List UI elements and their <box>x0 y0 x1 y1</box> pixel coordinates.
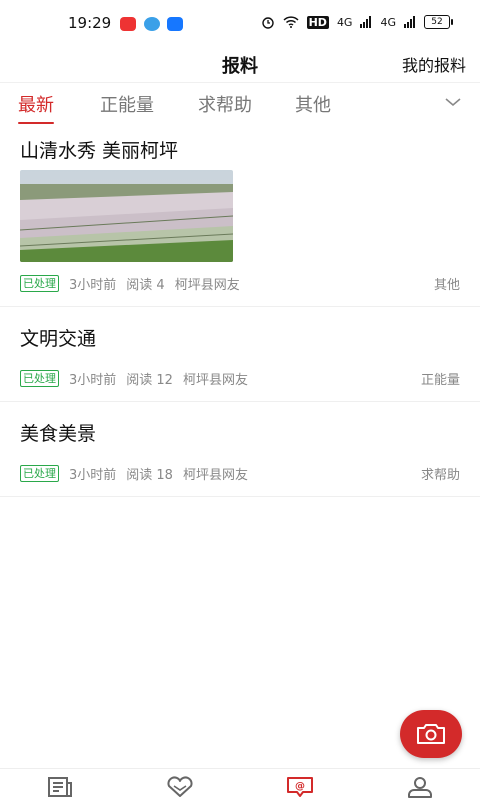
post-author: 柯坪县网友 <box>174 278 240 293</box>
post-category: 正能量 <box>420 373 460 388</box>
post-title: 美食美景 <box>20 423 97 445</box>
post-author: 柯坪县网友 <box>182 468 248 483</box>
bottom-nav: @ <box>0 768 480 801</box>
post-title: 山清水秀 美丽柯坪 <box>20 140 179 162</box>
post-image <box>20 170 233 262</box>
post-time: 3小时前 <box>69 278 117 293</box>
post-meta: 已处理 3小时前 阅读 18 柯坪县网友 <box>20 464 248 483</box>
post-category: 求帮助 <box>420 468 460 483</box>
app-notification-icon <box>120 17 136 31</box>
post-item[interactable]: 文明交通 已处理 3小时前 阅读 12 柯坪县网友 正能量 <box>0 306 480 402</box>
nav-services[interactable] <box>163 775 197 799</box>
signal-1-label: 4G <box>336 15 353 29</box>
post-meta: 已处理 3小时前 阅读 4 柯坪县网友 <box>20 274 240 293</box>
camera-report-button[interactable] <box>400 710 462 758</box>
signal-2-icon <box>404 16 415 28</box>
category-tabs: 最新 正能量 求帮助 其他 <box>0 82 480 124</box>
heart-icon <box>167 776 193 797</box>
post-title: 文明交通 <box>20 328 97 350</box>
news-icon <box>48 777 72 797</box>
nav-report[interactable]: @ <box>283 775 317 799</box>
tab-seek-help-label: 求帮助 <box>198 95 252 116</box>
status-badge: 已处理 <box>20 275 59 292</box>
post-item[interactable]: 山清水秀 美丽柯坪 已处理 3小时前 阅读 4 柯坪县网友 其他 <box>0 122 480 307</box>
browser-notification-icon <box>144 17 160 31</box>
nav-news[interactable] <box>43 775 77 799</box>
tab-latest[interactable]: 最新 <box>18 91 54 124</box>
wifi-icon <box>283 16 299 28</box>
svg-text:@: @ <box>295 781 305 792</box>
status-bar: 19:29 HD 4G 4G 52 <box>0 0 480 44</box>
tab-positive-energy[interactable]: 正能量 <box>100 91 154 117</box>
hd-badge: HD <box>306 15 329 29</box>
alipay-notification-icon <box>167 17 183 31</box>
post-time: 3小时前 <box>69 373 117 388</box>
camera-icon <box>417 724 445 744</box>
post-read-count: 阅读 18 <box>126 468 173 483</box>
post-read-count: 阅读 4 <box>126 278 165 293</box>
tab-latest-label: 最新 <box>18 95 54 116</box>
post-read-count: 阅读 12 <box>126 373 173 388</box>
top-header: 报料 我的报料 <box>0 44 480 82</box>
status-indicators: HD 4G 4G 52 <box>261 15 453 29</box>
battery-indicator: 52 <box>424 15 453 29</box>
signal-2-label: 4G <box>380 15 396 29</box>
post-author: 柯坪县网友 <box>182 373 248 388</box>
tab-other-label: 其他 <box>295 95 331 116</box>
post-category: 其他 <box>433 278 460 293</box>
post-time: 3小时前 <box>69 468 117 483</box>
post-item[interactable]: 美食美景 已处理 3小时前 阅读 18 柯坪县网友 求帮助 <box>0 401 480 497</box>
signal-1-icon <box>360 16 372 28</box>
my-report-button[interactable]: 我的报料 <box>402 52 466 76</box>
landscape-image <box>20 170 233 262</box>
user-icon <box>408 777 432 798</box>
tab-positive-energy-label: 正能量 <box>100 95 154 116</box>
post-meta: 已处理 3小时前 阅读 12 柯坪县网友 <box>20 369 248 388</box>
status-badge: 已处理 <box>20 465 59 482</box>
tab-seek-help[interactable]: 求帮助 <box>198 91 252 117</box>
chevron-down-icon[interactable] <box>444 93 462 111</box>
alarm-icon <box>261 17 274 29</box>
tab-other[interactable]: 其他 <box>295 91 331 117</box>
status-badge: 已处理 <box>20 370 59 387</box>
report-chat-icon: @ <box>287 777 313 797</box>
nav-profile[interactable] <box>403 775 437 799</box>
status-time: 19:29 <box>68 14 112 32</box>
